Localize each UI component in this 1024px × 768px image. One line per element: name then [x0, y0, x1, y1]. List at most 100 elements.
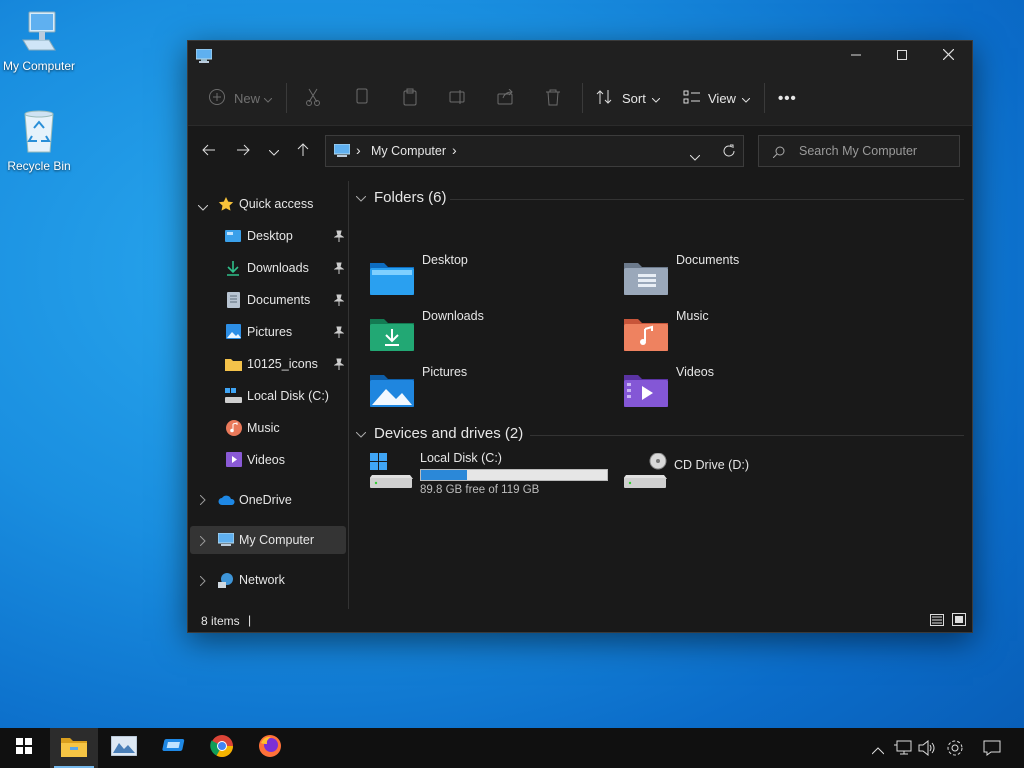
- computer-icon: [195, 48, 213, 68]
- folder-tile-desktop[interactable]: Desktop: [370, 253, 610, 300]
- maximize-button[interactable]: [879, 41, 925, 71]
- group-title: Folders (6): [374, 189, 447, 206]
- search-input[interactable]: Search My Computer: [799, 144, 917, 158]
- breadcrumb-separator[interactable]: ›: [452, 142, 457, 158]
- breadcrumb-location[interactable]: My Computer: [371, 144, 446, 158]
- image-viewer-icon: [110, 735, 138, 761]
- folder-tile-videos[interactable]: Videos: [624, 365, 864, 412]
- more-options-button[interactable]: •••: [778, 71, 797, 125]
- new-button[interactable]: New: [208, 71, 273, 125]
- sort-button[interactable]: Sort: [596, 71, 661, 125]
- refresh-icon[interactable]: [722, 144, 736, 163]
- minimize-button[interactable]: [833, 41, 879, 71]
- drive-tile-cd-drive[interactable]: CD Drive (D:): [623, 451, 824, 499]
- view-icon: [683, 90, 701, 107]
- search-box[interactable]: Search My Computer: [758, 135, 960, 167]
- sidebar-item-music[interactable]: Music: [190, 414, 346, 442]
- notifications-icon[interactable]: [983, 740, 1001, 761]
- folder-label: Music: [676, 309, 709, 323]
- rename-button[interactable]: [449, 71, 467, 125]
- up-button[interactable]: [291, 142, 315, 162]
- content-pane: Folders (6) Desktop Documents Downloads: [350, 181, 972, 609]
- folder-tile-downloads[interactable]: Downloads: [370, 309, 610, 356]
- title-bar[interactable]: [188, 41, 972, 71]
- taskbar-file-explorer[interactable]: [50, 728, 98, 768]
- volume-icon[interactable]: [918, 739, 936, 761]
- back-button[interactable]: [197, 142, 221, 162]
- sidebar-item-documents[interactable]: Documents: [190, 286, 346, 314]
- cut-button[interactable]: [305, 71, 321, 125]
- item-count: 8 items: [201, 614, 240, 628]
- copy-button[interactable]: [354, 71, 370, 125]
- navigation-pane: Quick access Desktop Downloads Documents…: [188, 181, 349, 609]
- drive-tile-local-disk[interactable]: Local Disk (C:) 89.8 GB free of 119 GB: [369, 451, 620, 499]
- desktop-folder-icon: [370, 259, 414, 300]
- large-icons-view-icon[interactable]: [952, 613, 966, 629]
- start-button[interactable]: [0, 728, 48, 768]
- folder-tile-documents[interactable]: Documents: [624, 253, 864, 300]
- share-button[interactable]: [497, 71, 515, 125]
- maximize-icon: [897, 47, 907, 65]
- sidebar-item-label: Desktop: [247, 229, 293, 243]
- sidebar-item-videos[interactable]: Videos: [190, 446, 346, 474]
- delete-button[interactable]: [545, 71, 561, 125]
- taskbar-image-viewer[interactable]: [100, 728, 148, 768]
- arrow-left-icon: [202, 143, 216, 161]
- chevron-down-icon: [741, 91, 751, 106]
- sidebar-item-label: Downloads: [247, 261, 309, 275]
- desktop-icon-recycle-bin[interactable]: Recycle Bin: [0, 108, 79, 173]
- documents-folder-icon: [624, 259, 668, 300]
- folder-tile-music[interactable]: Music: [624, 309, 864, 355]
- devices-group-header[interactable]: Devices and drives (2): [355, 425, 524, 442]
- sidebar-item-quick-access[interactable]: Quick access: [190, 190, 346, 218]
- drive-label: CD Drive (D:): [674, 458, 749, 472]
- sidebar-item-label: Documents: [247, 293, 311, 307]
- taskbar-chrome[interactable]: [198, 728, 246, 768]
- sidebar-item-local-disk[interactable]: Local Disk (C:): [190, 382, 346, 410]
- sidebar-item-10125-icons[interactable]: 10125_icons: [190, 350, 346, 378]
- status-divider: |: [248, 613, 252, 627]
- start-icon: [16, 737, 32, 759]
- sidebar-item-onedrive[interactable]: OneDrive: [190, 486, 346, 514]
- sidebar-item-pictures[interactable]: Pictures: [190, 318, 346, 346]
- chevron-down-icon: [355, 189, 367, 206]
- drive-icon: [225, 388, 242, 406]
- videos-folder-icon: [624, 371, 668, 412]
- folders-group-header[interactable]: Folders (6): [355, 189, 447, 206]
- file-explorer-icon: [61, 735, 87, 762]
- forward-button[interactable]: [231, 142, 255, 162]
- close-button[interactable]: [925, 41, 971, 71]
- chevron-down-icon: [651, 91, 661, 106]
- details-view-icon[interactable]: [930, 614, 944, 629]
- pictures-folder-icon: [370, 371, 414, 412]
- sidebar-item-downloads[interactable]: Downloads: [190, 254, 346, 282]
- taskbar-firefox[interactable]: [246, 728, 294, 768]
- recent-locations-button[interactable]: [262, 142, 286, 162]
- taskbar-app[interactable]: [150, 728, 198, 768]
- sidebar-item-label: Quick access: [239, 197, 314, 211]
- add-icon: [208, 88, 226, 109]
- document-icon: [227, 292, 240, 311]
- chevron-right-icon: [199, 535, 206, 549]
- sidebar-item-my-computer[interactable]: My Computer: [190, 526, 346, 554]
- settings-icon[interactable]: [946, 739, 964, 762]
- desktop-icon-my-computer[interactable]: My Computer: [0, 10, 79, 73]
- chevron-down-icon[interactable]: [689, 148, 701, 166]
- sidebar-item-network[interactable]: Network: [190, 566, 346, 594]
- close-icon: [942, 47, 954, 65]
- sidebar-item-label: Local Disk (C:): [247, 389, 329, 403]
- network-icon[interactable]: [894, 740, 912, 761]
- downloads-folder-icon: [370, 315, 414, 356]
- breadcrumb-separator: ›: [356, 142, 361, 158]
- address-bar[interactable]: › My Computer ›: [325, 135, 744, 167]
- sidebar-item-label: 10125_icons: [247, 357, 318, 371]
- folder-tile-pictures[interactable]: Pictures: [370, 365, 610, 412]
- sidebar-item-desktop[interactable]: Desktop: [190, 222, 346, 250]
- paste-button[interactable]: [402, 71, 418, 125]
- sidebar-item-label: Pictures: [247, 325, 293, 339]
- music-icon: [226, 420, 242, 439]
- group-title: Devices and drives (2): [374, 425, 524, 442]
- chevron-up-icon[interactable]: [871, 742, 885, 760]
- view-button[interactable]: View: [683, 71, 751, 125]
- file-explorer-window: New Sort View ••• › My Computer › Search…: [187, 40, 973, 633]
